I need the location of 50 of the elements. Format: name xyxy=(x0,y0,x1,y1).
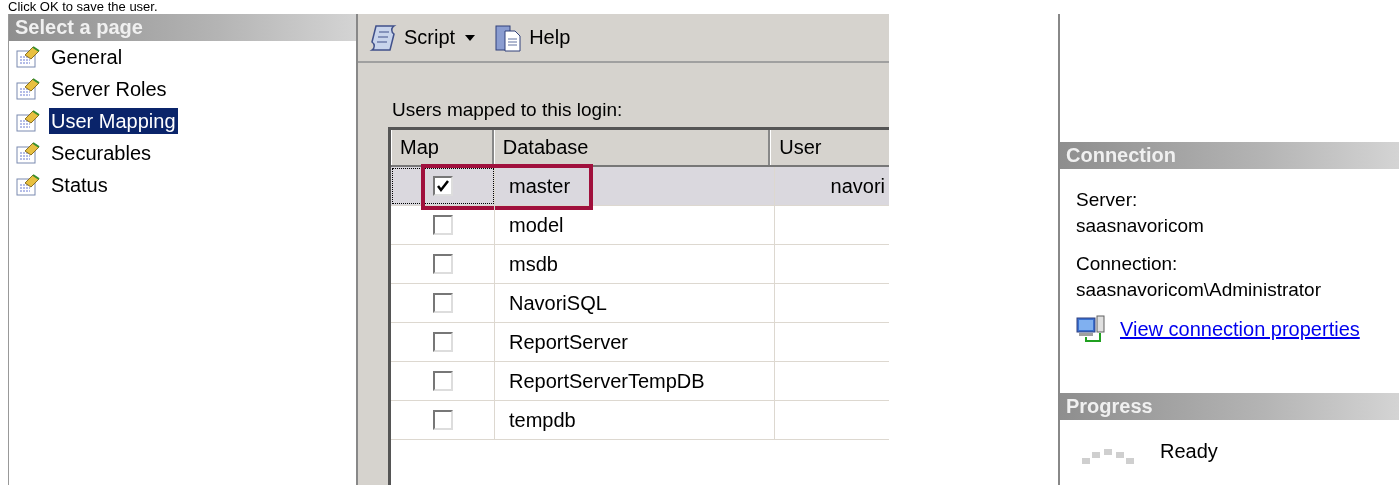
page-item[interactable]: General xyxy=(49,44,125,70)
column-header[interactable]: Database xyxy=(493,130,771,165)
page-icon xyxy=(15,109,41,133)
grid-row[interactable]: ReportServer xyxy=(391,323,889,362)
grid-row[interactable]: msdb xyxy=(391,245,889,284)
database-cell: ReportServer xyxy=(495,323,775,361)
computer-icon xyxy=(1076,315,1106,343)
map-checkbox[interactable] xyxy=(432,371,453,391)
status-text: Ready xyxy=(1160,440,1218,463)
database-cell: msdb xyxy=(495,245,775,283)
page-icon xyxy=(15,77,41,101)
page-item[interactable]: Status xyxy=(49,172,110,198)
grid-row[interactable]: ReportServerTempDB xyxy=(391,362,889,401)
script-button[interactable]: Script xyxy=(364,20,480,55)
database-cell: ReportServerTempDB xyxy=(495,362,775,400)
section-header: Select a page xyxy=(9,14,356,41)
column-header[interactable]: Map xyxy=(391,130,494,165)
grid-row[interactable]: model xyxy=(391,206,889,245)
section-header: Progress xyxy=(1060,393,1399,420)
field-label: Server: xyxy=(1076,188,1139,212)
field-label: Connection: xyxy=(1076,252,1179,276)
scroll-icon xyxy=(368,22,398,53)
database-cell: master xyxy=(495,167,775,205)
map-checkbox[interactable] xyxy=(432,176,453,196)
database-cell: tempdb xyxy=(495,401,775,439)
map-checkbox[interactable] xyxy=(432,254,453,274)
caret-icon xyxy=(465,34,476,41)
map-checkbox[interactable] xyxy=(432,293,453,313)
field-value: saasnavoricom xyxy=(1076,214,1205,238)
map-checkbox[interactable] xyxy=(432,410,453,430)
field-value: saasnavoricom\Administrator xyxy=(1076,278,1322,302)
document-icon xyxy=(493,22,524,53)
page-icon xyxy=(15,141,41,165)
connection-properties-link[interactable]: View connection properties xyxy=(1120,317,1360,341)
database-cell: NavoriSQL xyxy=(495,284,775,322)
help-button[interactable]: Help xyxy=(489,20,575,55)
page-item[interactable]: User Mapping xyxy=(49,108,178,134)
section-header: Connection xyxy=(1060,142,1399,169)
page-icon xyxy=(15,173,41,197)
grid-label: Users mapped to this login: xyxy=(392,99,624,121)
database-cell: model xyxy=(495,206,775,244)
map-checkbox[interactable] xyxy=(432,332,453,352)
page-item[interactable]: Server Roles xyxy=(49,76,169,102)
page-icon xyxy=(15,45,41,69)
map-checkbox[interactable] xyxy=(432,215,453,235)
page-item[interactable]: Securables xyxy=(49,140,154,166)
grid-row[interactable]: tempdb xyxy=(391,401,889,440)
caption-text: Click OK to save the user. xyxy=(7,0,159,14)
grid-row[interactable]: NavoriSQL xyxy=(391,284,889,323)
user-cell-text: navori xyxy=(829,173,886,199)
